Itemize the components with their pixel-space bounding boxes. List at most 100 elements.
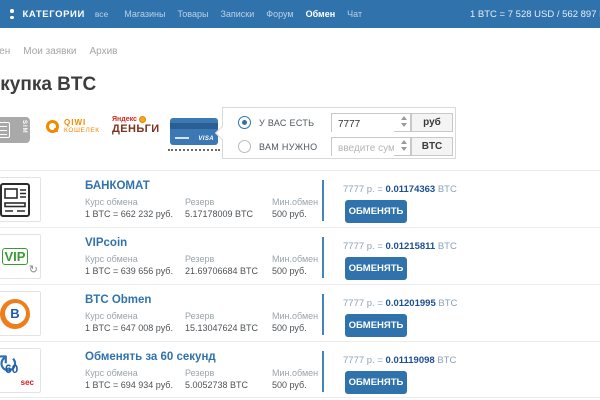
menu-item-notes[interactable]: Записки <box>220 9 254 19</box>
vip-icon-text: VIP <box>2 248 29 266</box>
exchange-button[interactable]: ОБМЕНЯТЬ <box>345 200 407 223</box>
atm-icon <box>0 177 41 222</box>
rate-value: 1 BTC = 662 232 руб. <box>85 209 173 219</box>
bitcoin-icon: B <box>0 291 41 336</box>
top-navbar: КАТЕГОРИИ все Магазины Товары Записки Фо… <box>0 0 600 28</box>
subnav-item-exchange[interactable]: Обмен <box>0 46 10 57</box>
min-exchange-label: Мин.обмен <box>272 311 318 321</box>
bank-card-payment-icon[interactable]: VISA <box>170 118 218 145</box>
exchange-button[interactable]: ОБМЕНЯТЬ <box>345 314 407 337</box>
vipcoin-icon: VIP ↻ <box>0 234 41 279</box>
card-stripe <box>170 123 218 129</box>
converted-amount: 7777 р. = 0.01174363 BTC <box>343 184 457 195</box>
min-exchange-label: Мин.обмен <box>272 254 318 264</box>
have-amount-input[interactable] <box>332 116 394 133</box>
menu-item-shops[interactable]: Магазины <box>124 9 165 19</box>
offer-name-link[interactable]: BTC Obmen <box>85 294 151 306</box>
sim-payment-icon[interactable]: SIM <box>0 117 30 143</box>
amount-form-panel: У ВАС ЕСТЬ руб ВАМ НУЖНО BTC <box>222 107 456 159</box>
visa-label: VISA <box>198 136 214 142</box>
have-currency-label: руб <box>423 117 441 128</box>
exchange-button[interactable]: ОБМЕНЯТЬ <box>345 371 407 394</box>
min-exchange-value: 500 руб. <box>272 323 307 333</box>
categories-all-link[interactable]: все <box>95 9 108 19</box>
need-amount-input-wrap <box>331 137 411 156</box>
need-amount-stepper[interactable] <box>401 140 407 151</box>
have-amount-radio[interactable] <box>238 116 251 129</box>
main-menu: Магазины Товары Записки Форум Обмен Чат <box>124 9 362 19</box>
yandex-label-2: ДЕНЬГИ <box>112 123 160 135</box>
rate-label: Курс обмена <box>85 254 138 264</box>
price-separator <box>322 237 324 278</box>
have-amount-input-wrap <box>331 113 411 132</box>
menu-item-goods[interactable]: Товары <box>177 9 208 19</box>
offer-row-vipcoin: VIP ↻ VIPcoin Курс обмена Резерв Мин.обм… <box>0 227 600 284</box>
menu-item-chat[interactable]: Чат <box>347 9 362 19</box>
btc-rate-ticker: 1 BTC = 7 528 USD / 562 897 RUB <box>470 9 600 20</box>
qiwi-logo-ring <box>46 120 59 133</box>
min-exchange-label: Мин.обмен <box>272 197 318 207</box>
min-exchange-value: 500 руб. <box>272 266 307 276</box>
min-exchange-value: 500 руб. <box>272 380 307 390</box>
exchange-subnav: Обмен Мои заявки Архив <box>0 46 117 57</box>
qiwi-label-2: КОШЕЛЕК <box>64 127 100 134</box>
min-exchange-value: 500 руб. <box>272 209 307 219</box>
recycle-arrows-icon: ↻ <box>29 263 38 276</box>
need-amount-radio[interactable] <box>238 140 251 153</box>
subnav-item-archive[interactable]: Архив <box>89 46 117 57</box>
rate-value: 1 BTC = 647 008 руб. <box>85 323 173 333</box>
sim-label: SIM <box>21 120 27 134</box>
converted-amount: 7777 р. = 0.01119098 BTC <box>343 355 456 366</box>
offer-name-link[interactable]: Обменять за 60 секунд <box>85 351 216 363</box>
have-currency-addon: руб <box>411 113 453 132</box>
yandex-money-payment-icon[interactable]: Яндекс ДЕНЬГИ <box>112 116 160 135</box>
reserve-value: 5.0052738 BTC <box>185 380 248 390</box>
need-amount-input[interactable] <box>332 140 394 157</box>
icon-60-text: 60 <box>5 362 18 376</box>
selected-method-underline <box>168 149 220 151</box>
offers-list: БАНКОМАТ Курс обмена Резерв Мин.обмен 1 … <box>0 170 600 398</box>
reserve-label: Резерв <box>185 254 214 264</box>
reserve-value: 5.17178009 BTC <box>185 209 253 219</box>
have-amount-label: У ВАС ЕСТЬ <box>259 118 314 128</box>
sim-chip <box>0 122 10 138</box>
need-amount-label: ВАМ НУЖНО <box>259 142 317 152</box>
rate-label: Курс обмена <box>85 311 138 321</box>
yandex-coin-icon <box>139 116 146 123</box>
site-logo[interactable]: КАТЕГОРИИ <box>23 9 85 20</box>
menu-item-exchange[interactable]: Обмен <box>306 9 336 19</box>
reserve-value: 15.13047624 BTC <box>185 323 258 333</box>
categories-menu-icon[interactable] <box>10 9 14 19</box>
menu-item-forum[interactable]: Форум <box>266 9 293 19</box>
offer-name-link[interactable]: VIPcoin <box>85 237 127 249</box>
rate-value: 1 BTC = 639 656 руб. <box>85 266 173 276</box>
reserve-label: Резерв <box>185 311 214 321</box>
qiwi-payment-icon[interactable]: QIWI КОШЕЛЕК <box>46 118 100 134</box>
page-title: Покупка BTC <box>0 74 96 96</box>
icon-sec-text: sec <box>21 378 34 387</box>
offer-row-btc-obmen: B BTC Obmen Курс обмена Резерв Мин.обмен… <box>0 284 600 341</box>
have-amount-stepper[interactable] <box>401 116 407 127</box>
reserve-label: Резерв <box>185 197 214 207</box>
bitcoin-b-text: B <box>5 303 26 324</box>
rate-label: Курс обмена <box>85 368 138 378</box>
subnav-item-my-orders[interactable]: Мои заявки <box>23 46 76 57</box>
need-currency-addon: BTC <box>411 137 453 156</box>
rate-label: Курс обмена <box>85 197 138 207</box>
yandex-label-1: Яндекс <box>112 116 137 123</box>
need-currency-label: BTC <box>422 141 443 152</box>
converted-amount: 7777 р. = 0.01215811 BTC <box>343 241 457 252</box>
price-separator <box>322 294 324 335</box>
card-number-dashes <box>175 137 189 139</box>
min-exchange-label: Мин.обмен <box>272 368 318 378</box>
qiwi-label-1: QIWI <box>64 118 100 127</box>
offer-row-bankomat: БАНКОМАТ Курс обмена Резерв Мин.обмен 1 … <box>0 170 600 227</box>
offer-row-60-seconds: ↻ 60 sec Обменять за 60 секунд Курс обме… <box>0 341 600 398</box>
rate-value: 1 BTC = 694 934 руб. <box>85 380 173 390</box>
offer-name-link[interactable]: БАНКОМАТ <box>85 180 150 192</box>
price-separator <box>322 180 324 221</box>
reserve-label: Резерв <box>185 368 214 378</box>
60-seconds-icon: ↻ 60 sec <box>0 348 41 393</box>
reserve-value: 21.69706684 BTC <box>185 266 258 276</box>
exchange-button[interactable]: ОБМЕНЯТЬ <box>345 257 407 280</box>
